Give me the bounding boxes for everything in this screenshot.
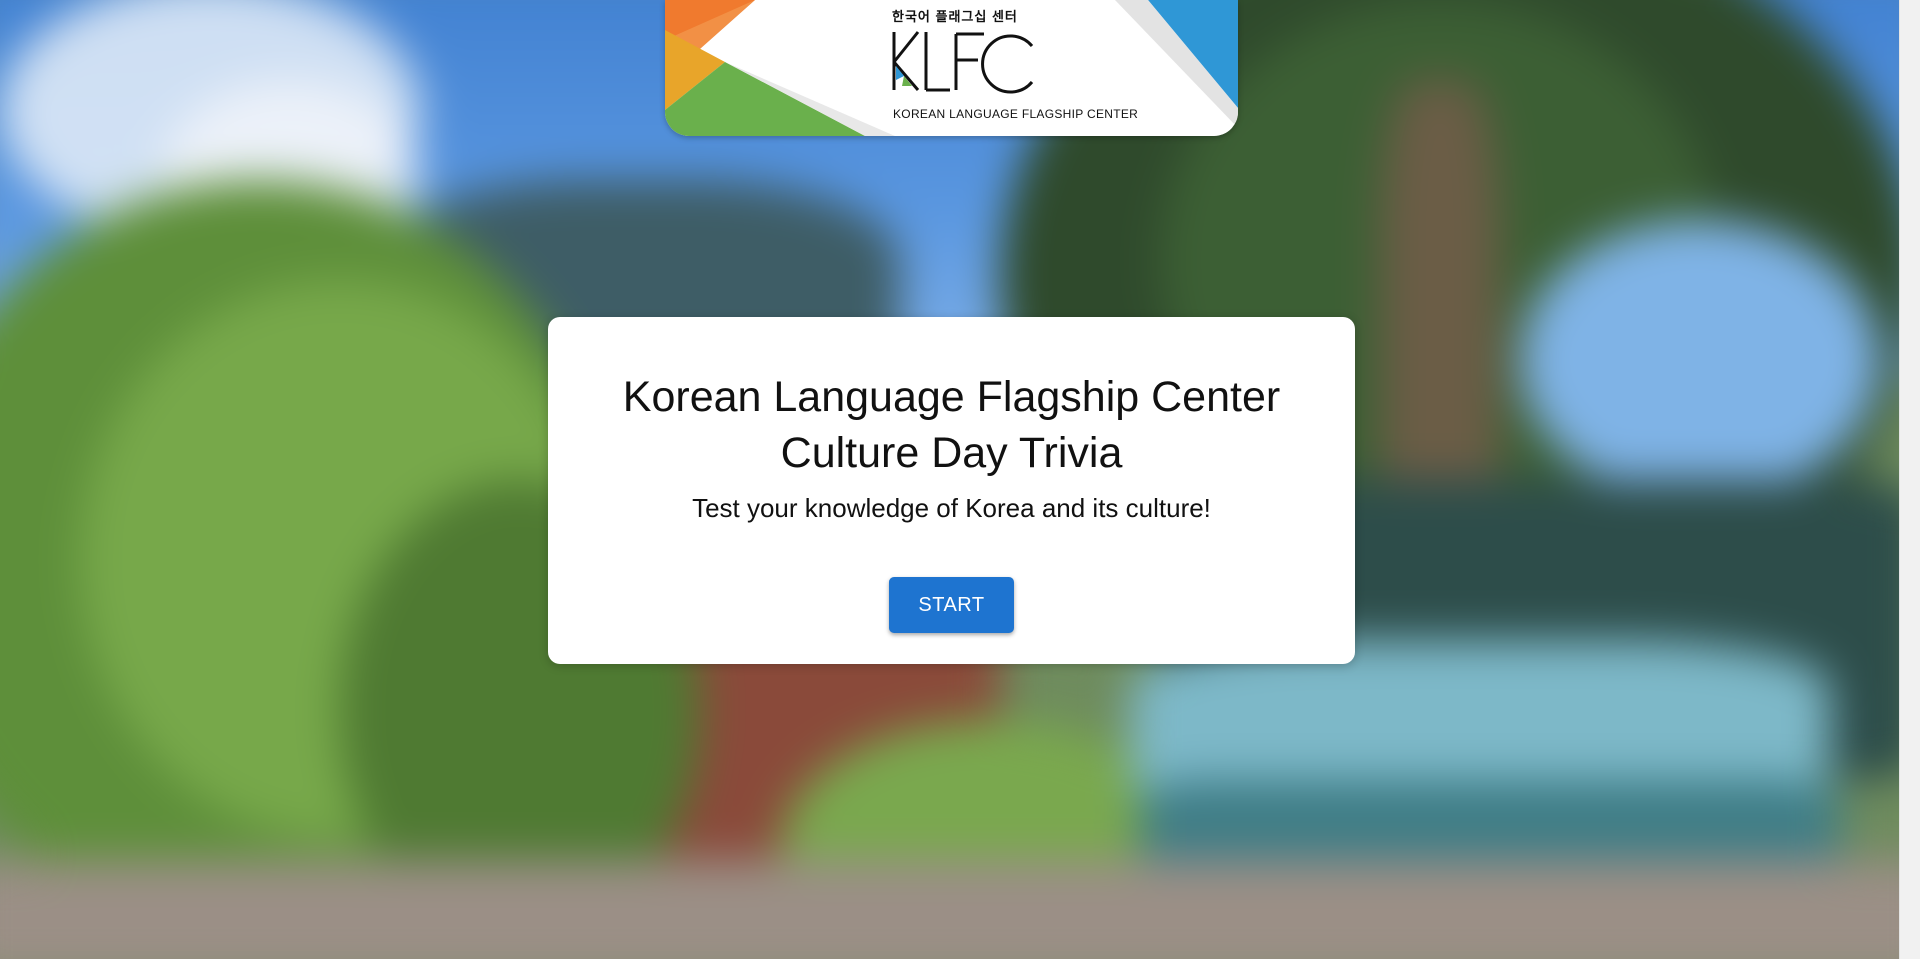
welcome-card: Korean Language Flagship Center Culture … [548, 317, 1355, 664]
start-button[interactable]: START [889, 577, 1014, 633]
page-subtitle: Test your knowledge of Korea and its cul… [692, 493, 1211, 523]
title-line-2: Culture Day Trivia [780, 429, 1123, 477]
logo-korean-text: 한국어 플래그십 센터 [892, 9, 1018, 24]
title-line-1: Korean Language Flagship Center [622, 373, 1281, 421]
page-title: Korean Language Flagship Center Culture … [548, 369, 1355, 481]
klfc-mark [890, 30, 1040, 101]
logo-english-text: KOREAN LANGUAGE FLAGSHIP CENTER [893, 107, 1139, 121]
klfc-logo-banner: 한국어 플래그십 센터 KOREAN LANGUAGE FLAGSHIP CEN… [665, 0, 1238, 136]
page-scrollbar[interactable] [1899, 0, 1920, 959]
